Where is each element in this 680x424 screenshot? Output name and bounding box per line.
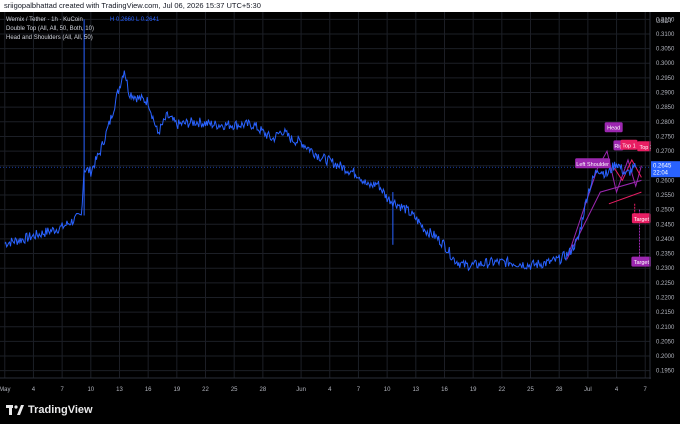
chart-background	[0, 12, 680, 396]
legend-indicator-head-shoulders[interactable]: Head and Shoulders (All, All, 50)	[6, 35, 93, 41]
time-tick-label: 10	[87, 387, 94, 393]
tradingview-brand-text: TradingView	[28, 404, 93, 416]
price-tick-label: 0.2600	[656, 178, 675, 184]
price-tick-label: 0.2250	[656, 281, 675, 287]
pattern-label-top-1: Top 1	[622, 143, 635, 149]
time-tick-label: 22	[202, 387, 209, 393]
price-tick-label: 0.2050	[656, 339, 675, 345]
legend-ohlc: H 0.2660 L 0.2641	[110, 17, 160, 23]
time-tick-label: 16	[441, 387, 448, 393]
time-tick-label: 19	[173, 387, 180, 393]
price-tick-label: 0.2400	[656, 237, 675, 243]
price-tick-label: 0.2200	[656, 295, 675, 301]
price-tick-label: 0.3050	[656, 47, 675, 53]
time-tick-label: 13	[412, 387, 419, 393]
price-tick-label: 0.2800	[656, 120, 675, 126]
time-tick-label: 10	[384, 387, 391, 393]
legend-symbol: Wemix / Tether · 1h · KuCoin	[6, 17, 83, 23]
header-caption: sriigopalbhattad created with TradingVie…	[4, 1, 261, 10]
price-tick-label: 0.2500	[656, 208, 675, 214]
time-tick-label: 22	[498, 387, 505, 393]
time-tick-label: 19	[470, 387, 477, 393]
pattern-label-target-1: Target	[634, 217, 650, 223]
price-tick-label: 0.2150	[656, 310, 675, 316]
price-tick-label: 0.2350	[656, 252, 675, 258]
time-tick-label: 28	[260, 387, 267, 393]
price-tick-label: 0.3150	[656, 17, 675, 23]
pattern-label-top-2: Top 2	[639, 145, 652, 151]
price-tick-label: 0.2950	[656, 76, 675, 82]
pattern-label-left-shoulder: Left Shoulder	[576, 162, 609, 168]
price-tick-label: 0.2700	[656, 149, 675, 155]
price-tick-label: 0.1950	[656, 369, 675, 375]
last-price-countdown: 22:04	[653, 171, 669, 177]
chart-header-bar: sriigopalbhattad created with TradingVie…	[0, 0, 680, 12]
time-tick-label: Jul	[584, 387, 592, 393]
legend-indicator-double-top[interactable]: Double Top (All, All, 50, Both, 10)	[6, 26, 94, 32]
price-tick-label: 0.2550	[656, 193, 675, 199]
pattern-label-head: Head	[607, 126, 620, 132]
price-tick-label: 0.2900	[656, 91, 675, 97]
time-tick-label: 28	[556, 387, 563, 393]
price-tick-label: 0.2850	[656, 105, 675, 111]
price-tick-label: 0.2000	[656, 354, 675, 360]
time-tick-label: 25	[231, 387, 238, 393]
tradingview-logo[interactable]: TradingView	[6, 403, 93, 417]
time-axis[interactable]	[0, 377, 651, 396]
time-tick-label: Jun	[296, 387, 306, 393]
time-tick-label: May	[0, 387, 10, 393]
last-price-value: 0.2645	[653, 164, 672, 170]
price-tick-label: 0.2450	[656, 222, 675, 228]
price-tick-label: 0.2100	[656, 325, 675, 331]
price-tick-label: 0.2300	[656, 266, 675, 272]
footer-bar: TradingView	[0, 396, 680, 424]
price-tick-label: 0.3000	[656, 61, 675, 67]
time-tick-label: 16	[145, 387, 152, 393]
price-tick-label: 0.3100	[656, 32, 675, 38]
price-chart[interactable]: HeadRig Top 1 Top 2Left ShoulderTargetTarg…	[0, 12, 680, 396]
tradingview-logo-icon	[6, 405, 24, 415]
time-tick-label: 13	[116, 387, 123, 393]
price-axis[interactable]: USDT	[649, 12, 680, 396]
pattern-label-target-2: Target	[634, 260, 650, 266]
price-tick-label: 0.2750	[656, 134, 675, 140]
time-tick-label: 25	[527, 387, 534, 393]
last-price-badge: 0.2645 22:04	[651, 161, 680, 178]
